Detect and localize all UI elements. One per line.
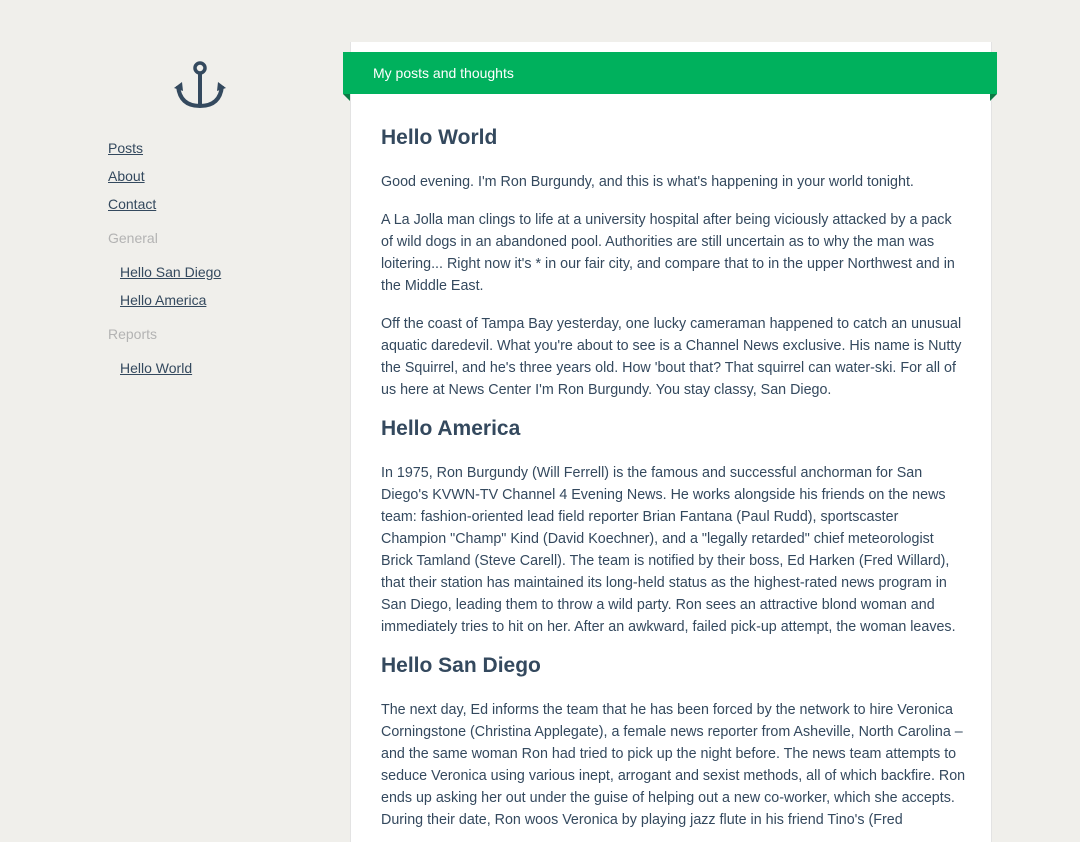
posts-list: Hello World Good evening. I'm Ron Burgun… [381, 126, 966, 842]
nav-link-about[interactable]: About [108, 162, 328, 190]
post-title: Hello World [381, 126, 498, 149]
header-banner: My posts and thoughts [343, 52, 997, 94]
post-hello-america: Hello America In 1975, Ron Burgundy (Wil… [381, 417, 966, 638]
post-paragraph: In 1975, Ron Burgundy (Will Ferrell) is … [381, 465, 956, 635]
post-paragraph: Good evening. I'm Ron Burgundy, and this… [381, 174, 914, 190]
nav-section-reports: Reports [108, 326, 158, 342]
nav-link-posts[interactable]: Posts [108, 134, 328, 162]
sidebar-nav: Posts About Contact General Hello San Di… [108, 134, 328, 382]
main-content-card: Hello World Good evening. I'm Ron Burgun… [350, 42, 992, 842]
nav-section-general: General [108, 230, 158, 246]
banner-fold-right [990, 94, 997, 101]
post-hello-world: Hello World Good evening. I'm Ron Burgun… [381, 126, 966, 401]
post-paragraph: The next day, Ed informs the team that h… [381, 702, 966, 828]
post-title: Hello America [381, 417, 521, 440]
nav-link-hello-america[interactable]: Hello America [108, 286, 328, 314]
post-paragraph: A La Jolla man clings to life at a unive… [381, 212, 955, 294]
post-paragraph: Off the coast of Tampa Bay yesterday, on… [381, 316, 962, 398]
anchor-icon[interactable] [174, 60, 226, 110]
post-hello-san-diego: Hello San Diego The next day, Ed informs… [381, 654, 966, 831]
nav-link-hello-world[interactable]: Hello World [108, 354, 328, 382]
post-title: Hello San Diego [381, 654, 541, 677]
banner-fold-left [343, 94, 350, 101]
nav-link-hello-san-diego[interactable]: Hello San Diego [108, 258, 328, 286]
nav-link-contact[interactable]: Contact [108, 190, 328, 218]
